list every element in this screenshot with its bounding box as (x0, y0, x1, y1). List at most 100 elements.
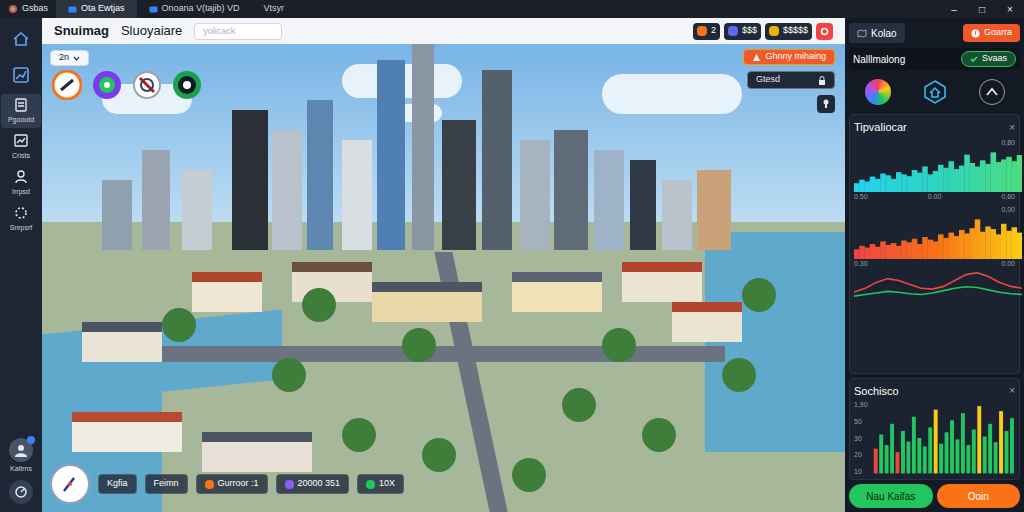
area-bar (875, 179, 881, 192)
game-viewport[interactable]: 2n Ghnny mihaing Gtesd Kgfia Feimn Gurroor :1… (42, 44, 845, 512)
code-value[interactable]: Gtesd (756, 73, 810, 87)
tab-label[interactable]: Vtsyr (264, 2, 285, 16)
alert-label[interactable]: Ghnny mihaing (765, 50, 826, 64)
tool-button[interactable] (172, 70, 202, 100)
close-button[interactable]: × (1009, 383, 1015, 398)
bottom-bar-label[interactable]: Kgfia (107, 477, 128, 491)
right-panel: KolaoGoarraNalllmalongSvaasTipvaliocar×0… (845, 18, 1024, 512)
game-title: Snuimag (54, 21, 109, 41)
area-bar (907, 176, 913, 192)
key-button[interactable] (817, 95, 835, 113)
area-bar (859, 180, 865, 192)
area-bar (991, 229, 997, 259)
window-control[interactable]: □ (968, 0, 996, 18)
sidebar-label[interactable]: Crists (12, 151, 30, 162)
area-bar (886, 245, 892, 259)
area-bar (1017, 233, 1022, 259)
panel-button-label[interactable]: Nau Kaifas (866, 489, 915, 504)
status-pill[interactable]: Svaas (961, 51, 1016, 67)
tool-button[interactable] (52, 70, 82, 100)
logo-icon (8, 4, 18, 14)
sidebar-label[interactable]: Snrpsrf (10, 223, 33, 234)
panel-action-button[interactable]: Goarra (963, 24, 1020, 42)
panel-button-label[interactable]: Ooin (968, 489, 989, 504)
house-hexagon-icon (922, 79, 948, 105)
lock-icon (818, 76, 826, 85)
tab-label[interactable]: Onoana V(tajib) VD (162, 2, 240, 16)
bar (999, 411, 1003, 473)
area-bar (964, 155, 970, 192)
area-bar (880, 241, 886, 259)
resource-icon (697, 26, 707, 36)
sidebar-item[interactable]: Crists (1, 130, 41, 164)
settings-button[interactable] (9, 480, 33, 504)
level-badge[interactable]: 2n (50, 50, 89, 66)
bottom-bar-label[interactable]: Gurroor :1 (218, 477, 259, 491)
code-field[interactable]: Gtesd (747, 71, 835, 89)
sidebar-item[interactable] (1, 22, 41, 56)
bottom-bar-item[interactable]: 10X (357, 474, 404, 494)
window-control[interactable]: × (996, 0, 1024, 18)
panel-button[interactable]: Ooin (937, 484, 1021, 508)
panel-action-label[interactable]: Goarra (984, 26, 1012, 40)
color-wheel-icon[interactable] (865, 79, 891, 105)
status-label[interactable]: Svaas (982, 52, 1007, 66)
area-bar (907, 242, 913, 259)
bottom-bar-item[interactable]: Gurroor :1 (196, 474, 268, 494)
area-bar (970, 228, 976, 259)
menu-button[interactable] (816, 23, 833, 40)
bottom-bar-item[interactable]: Feimn (145, 474, 188, 494)
district-button[interactable] (922, 79, 948, 105)
window-control[interactable]: – (940, 0, 968, 18)
axis-label: 0.00 (928, 192, 942, 203)
tool-button[interactable] (132, 70, 162, 100)
bottom-bar-label[interactable]: 10X (379, 477, 395, 491)
panel-button[interactable]: Nau Kaifas (849, 484, 933, 508)
window-tab[interactable]: Ota Ewtjas (56, 0, 137, 18)
level-label[interactable]: 2n (59, 51, 69, 65)
gear-icon (820, 27, 829, 36)
sidebar-label[interactable]: Irrpsd (12, 187, 30, 198)
area-bar (917, 244, 923, 259)
skyscraper (232, 110, 268, 250)
alert-button[interactable]: Ghnny mihaing (743, 49, 835, 65)
tool-button[interactable] (92, 70, 122, 100)
skyscraper (554, 130, 588, 250)
bar (880, 434, 884, 473)
area-bar (1001, 224, 1007, 259)
user-profile[interactable]: Kaltrns (9, 438, 33, 475)
tree (602, 328, 636, 362)
header-bar: SnuimagSluoyaiare2$$$$$$$$ (42, 18, 845, 44)
tab-label[interactable]: Ota Ewtjas (81, 2, 125, 16)
bottom-bar-item[interactable]: Kgfia (98, 474, 137, 494)
sidebar-item[interactable] (1, 58, 41, 92)
sidebar-item[interactable]: Snrpsrf (1, 202, 41, 236)
window-tab[interactable]: Vtsyr (252, 0, 297, 18)
panel-tab[interactable]: Kolao (849, 23, 905, 43)
sidebar-item[interactable]: Irrpsd (1, 166, 41, 200)
chart-max-label: 0,80 (1001, 138, 1015, 149)
window-tab[interactable]: Onoana V(tajib) VD (137, 0, 252, 18)
chart-top-label-row: 0,00 (854, 205, 1015, 216)
area-bar (991, 152, 997, 192)
tool-bulldoze-icon (132, 70, 162, 100)
warning-icon (752, 53, 761, 62)
close-button[interactable]: × (1009, 120, 1015, 135)
main-area: SnuimagSluoyaiare2$$$$$$$$ 2n Ghnny mihain… (42, 18, 845, 512)
user-avatar[interactable] (9, 438, 33, 462)
collapse-button[interactable] (979, 79, 1005, 105)
check-icon (970, 55, 978, 63)
skyscraper (142, 150, 170, 250)
bottom-bar-label[interactable]: 20000 351 (298, 477, 341, 491)
bar (983, 437, 987, 474)
axis-label: 0.00 (1001, 259, 1015, 270)
sidebar-item[interactable]: Pgooutd (1, 94, 41, 128)
search-field[interactable] (194, 23, 282, 40)
bar (994, 442, 998, 473)
bar-chart-ticks: 1,9050302010 (854, 401, 869, 475)
bottom-bar-item[interactable]: 20000 351 (276, 474, 350, 494)
panel-tab-label[interactable]: Kolao (871, 26, 897, 41)
sidebar-label[interactable]: Pgooutd (8, 115, 34, 126)
bottom-bar-label[interactable]: Feimn (154, 477, 179, 491)
compass-button[interactable] (50, 464, 90, 504)
